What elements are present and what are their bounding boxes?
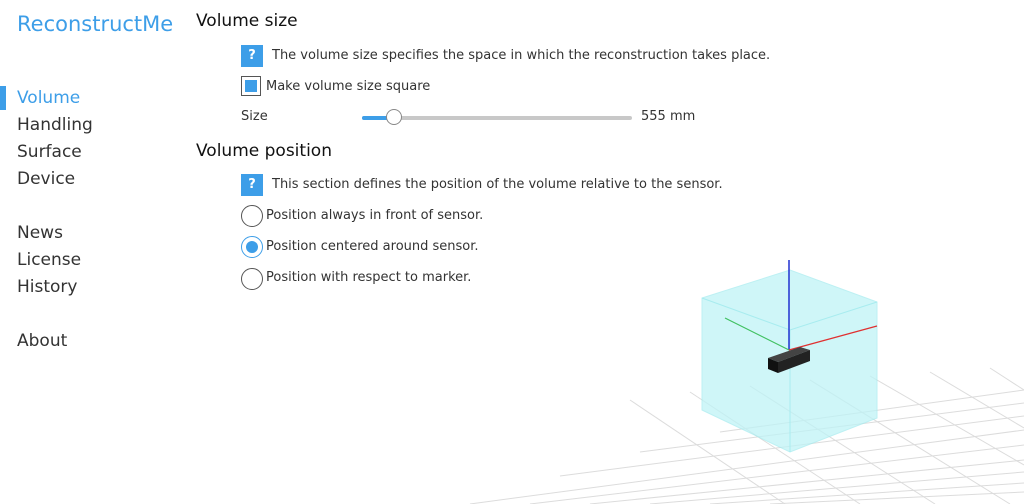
section-title-volume-size: Volume size — [196, 11, 298, 31]
nav-item-about[interactable]: About — [17, 331, 67, 351]
help-icon[interactable]: ? — [241, 174, 263, 196]
square-volume-label[interactable]: Make volume size square — [266, 79, 430, 94]
nav-item-device[interactable]: Device — [17, 169, 75, 189]
volume-position-help-text: This section defines the position of the… — [272, 177, 723, 192]
radio-dot — [246, 241, 258, 253]
volume-size-help-text: The volume size specifies the space in w… — [272, 48, 771, 63]
nav-item-license[interactable]: License — [17, 250, 81, 270]
size-value: 555 mm — [641, 109, 696, 124]
option-front-of-sensor-label[interactable]: Position always in front of sensor. — [266, 208, 483, 223]
nav-item-news[interactable]: News — [17, 223, 63, 243]
volume-3d-viewport[interactable] — [440, 240, 1024, 504]
size-slider[interactable] — [362, 109, 632, 125]
size-slider-thumb[interactable] — [386, 109, 403, 125]
app-title: ReconstructMe — [17, 12, 174, 36]
checkbox-check-mark — [245, 80, 257, 92]
nav-active-marker — [0, 86, 6, 110]
nav-item-surface[interactable]: Surface — [17, 142, 82, 162]
radio-front-of-sensor[interactable] — [241, 205, 263, 227]
section-title-volume-position: Volume position — [196, 141, 332, 161]
radio-centered-around-sensor[interactable] — [241, 236, 263, 258]
nav-item-handling[interactable]: Handling — [17, 115, 93, 135]
size-label: Size — [241, 109, 268, 124]
radio-respect-to-marker[interactable] — [241, 268, 263, 290]
square-volume-checkbox[interactable] — [241, 76, 261, 96]
nav-item-volume[interactable]: Volume — [17, 88, 80, 108]
nav-item-history[interactable]: History — [17, 277, 77, 297]
help-icon[interactable]: ? — [241, 45, 263, 67]
